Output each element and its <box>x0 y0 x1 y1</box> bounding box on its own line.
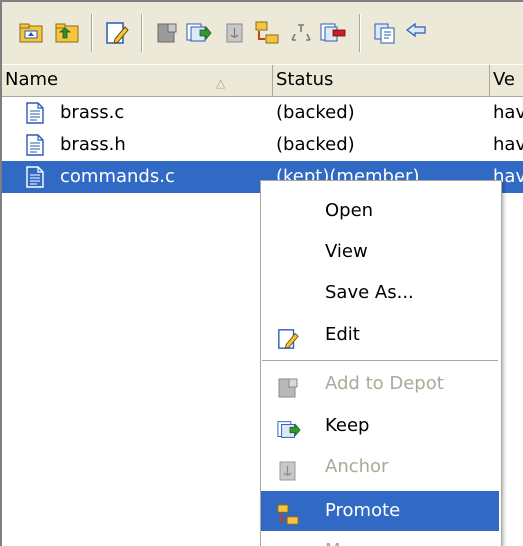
file-version: hav <box>493 134 523 155</box>
menu-item-merge[interactable]: Merge <box>261 531 499 546</box>
menu-item-label: Save As... <box>325 282 414 303</box>
add-to-depot-icon[interactable] <box>152 16 182 50</box>
edit-icon <box>277 325 299 349</box>
anchor-icon <box>277 457 299 481</box>
menu-item-anchor[interactable]: Anchor <box>261 447 499 487</box>
menu-item-label: Open <box>325 200 374 221</box>
swap-icon[interactable] <box>402 16 432 50</box>
file-name: brass.h <box>60 134 126 155</box>
menu-item-save-as[interactable]: Save As... <box>261 273 499 313</box>
menu-item-view[interactable]: View <box>261 232 499 272</box>
edit-icon[interactable] <box>102 16 132 50</box>
menu-item-label: Promote <box>325 500 401 521</box>
toolbar-separator <box>141 14 143 52</box>
toolbar-separator <box>359 14 361 52</box>
context-menu: Open View Save As... Edit Add to Depot K… <box>260 180 502 546</box>
toolbar <box>2 2 523 65</box>
column-header-version-label: Ve <box>493 69 515 90</box>
toolbar-separator <box>91 14 93 52</box>
file-status: (backed) <box>276 102 355 123</box>
merge-icon <box>277 541 299 546</box>
menu-item-keep[interactable]: Keep <box>261 406 499 446</box>
column-header-version[interactable]: Ve <box>490 65 523 96</box>
menu-item-edit[interactable]: Edit <box>261 315 499 355</box>
file-name: commands.c <box>60 166 175 187</box>
menu-item-label: Keep <box>325 415 370 436</box>
keep-icon <box>277 416 301 438</box>
column-header-name-label: Name <box>5 69 59 90</box>
menu-item-label: Add to Depot <box>325 373 444 394</box>
table-row[interactable]: brass.h (backed) hav <box>2 129 523 161</box>
menu-item-label: Edit <box>325 324 360 345</box>
folder-up-icon[interactable] <box>16 16 46 50</box>
column-header-status-label: Status <box>276 69 334 90</box>
file-status: (backed) <box>276 134 355 155</box>
file-name: brass.c <box>60 102 125 123</box>
text-file-icon <box>26 102 44 124</box>
anchor-icon[interactable] <box>220 16 250 50</box>
add-to-depot-icon <box>277 374 299 398</box>
promote-icon[interactable] <box>252 16 282 50</box>
copy-icon[interactable] <box>370 16 400 50</box>
text-file-icon <box>26 134 44 156</box>
file-version: hav <box>493 102 523 123</box>
promote-icon <box>277 501 299 525</box>
merge-icon[interactable] <box>286 16 316 50</box>
keep-icon[interactable] <box>184 16 214 50</box>
table-row[interactable]: brass.c (backed) hav <box>2 97 523 129</box>
menu-item-label: View <box>325 241 368 262</box>
column-header-status[interactable]: Status <box>273 65 490 96</box>
menu-item-promote[interactable]: Promote <box>261 491 499 531</box>
menu-item-add-to-depot[interactable]: Add to Depot <box>261 364 499 404</box>
file-browser-window: Name △ Status Ve brass.c (backed) hav br… <box>0 0 523 546</box>
menu-separator <box>262 360 498 361</box>
menu-item-label: Merge <box>325 531 381 546</box>
menu-item-open[interactable]: Open <box>261 191 499 231</box>
text-file-icon <box>26 166 44 188</box>
column-header-name[interactable]: Name △ <box>2 65 273 96</box>
column-headers: Name △ Status Ve <box>2 65 523 97</box>
remove-icon[interactable] <box>318 16 348 50</box>
sort-ascending-icon: △ <box>216 76 226 90</box>
menu-item-label: Anchor <box>325 456 389 477</box>
folder-parent-icon[interactable] <box>52 16 82 50</box>
